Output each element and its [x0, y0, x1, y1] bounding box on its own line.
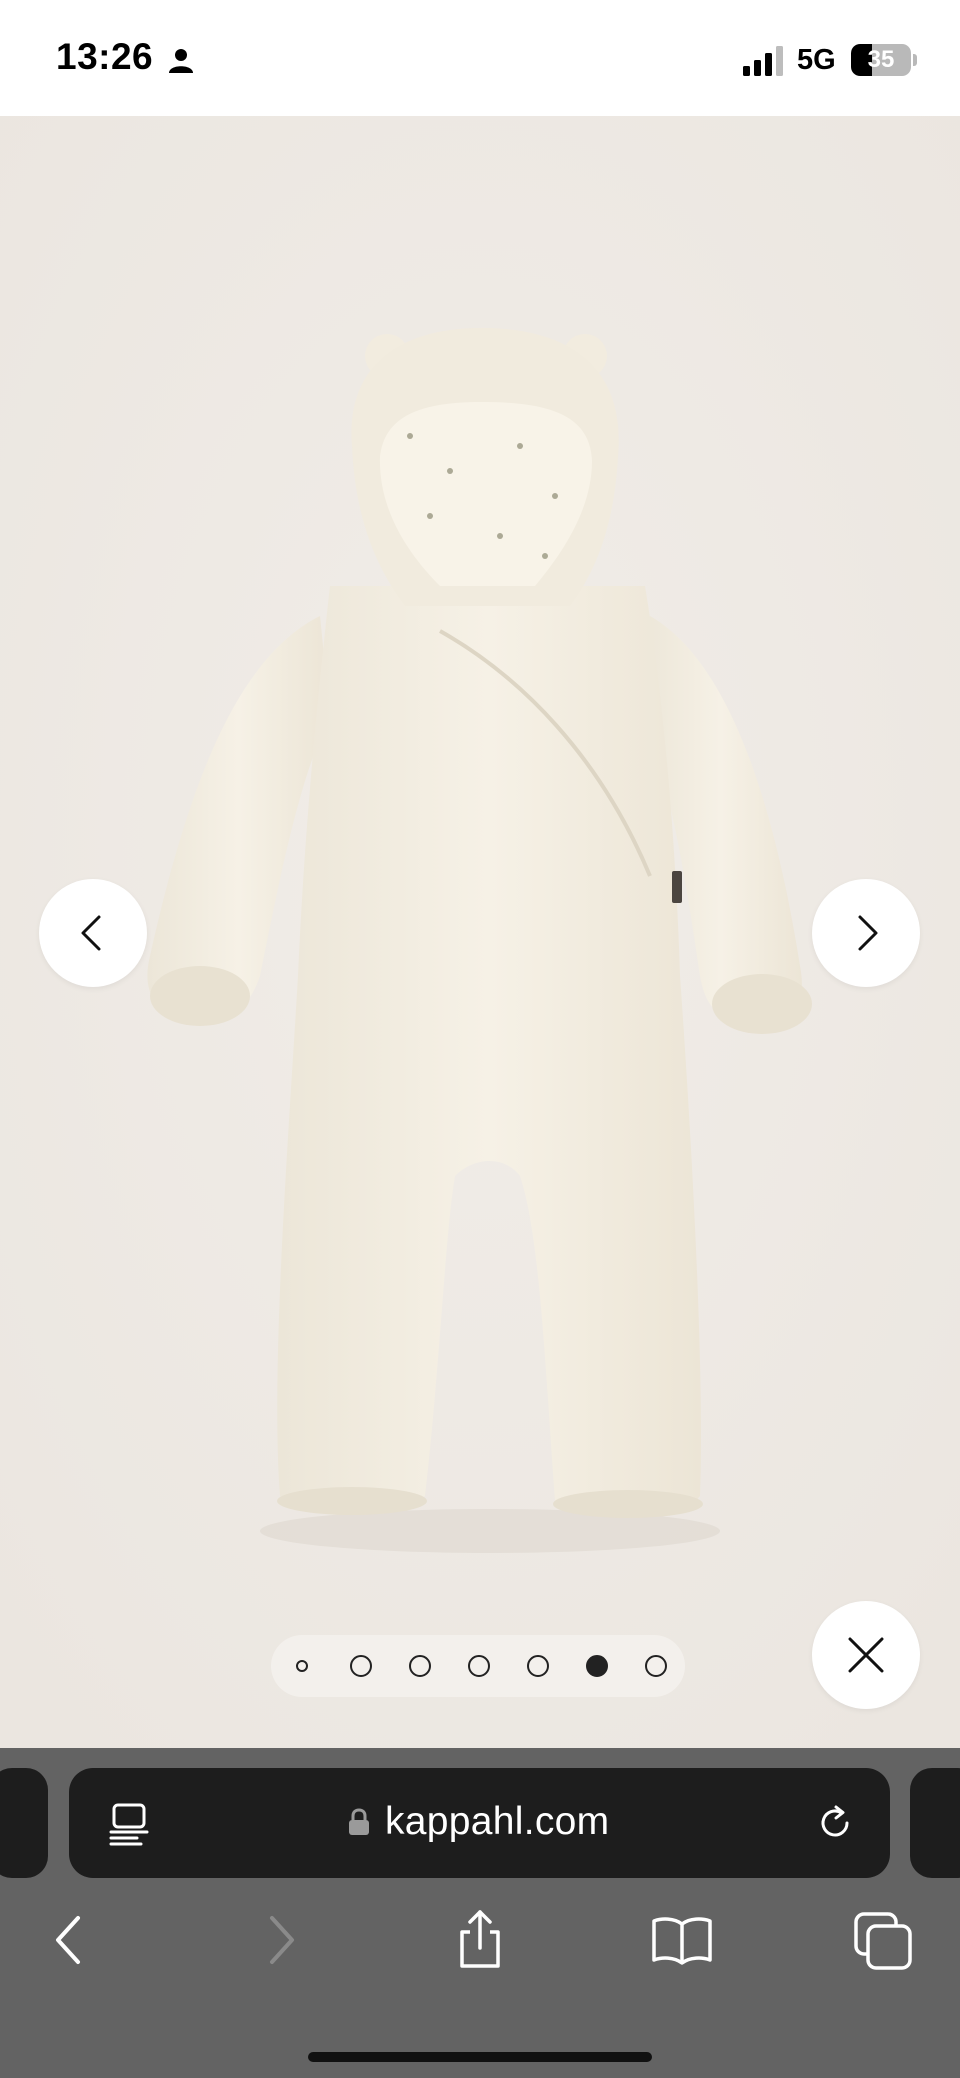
back-icon[interactable] — [40, 1908, 104, 1972]
pagination-dot[interactable] — [527, 1655, 549, 1677]
pagination-dot[interactable] — [645, 1655, 667, 1677]
battery-percent: 35 — [867, 46, 895, 73]
battery-cap — [913, 54, 917, 66]
url-text: kappahl.com — [385, 1800, 610, 1843]
close-gallery-button[interactable] — [812, 1601, 920, 1709]
next-tab-peek[interactable] — [910, 1768, 960, 1878]
chevron-right-icon — [858, 915, 878, 951]
browser-toolbar-area: kappahl.com — [0, 1748, 960, 2078]
previous-tab-peek[interactable] — [0, 1768, 48, 1878]
next-image-button[interactable] — [812, 879, 920, 987]
chevron-left-icon — [81, 915, 101, 951]
previous-image-button[interactable] — [39, 879, 147, 987]
network-label: 5G — [797, 44, 836, 76]
status-time: 13:26 — [56, 36, 154, 77]
close-icon — [848, 1637, 884, 1673]
pagination-dot[interactable] — [296, 1660, 308, 1672]
image-pagination-dots — [271, 1635, 685, 1697]
bookmarks-icon[interactable] — [650, 1908, 714, 1972]
pagination-dot[interactable] — [586, 1655, 608, 1677]
forward-icon[interactable] — [246, 1908, 310, 1972]
signal-icon — [743, 46, 783, 76]
page-menu-icon[interactable] — [107, 1802, 151, 1846]
product-image-gallery[interactable] — [0, 116, 960, 1748]
person-icon — [169, 49, 193, 73]
address-bar[interactable]: kappahl.com — [69, 1768, 890, 1878]
lock-icon — [349, 1808, 369, 1835]
home-indicator — [308, 2052, 652, 2062]
reload-icon[interactable] — [814, 1802, 856, 1844]
status-bar: 13:26 5G 35 — [0, 0, 960, 116]
pagination-dot[interactable] — [350, 1655, 372, 1677]
tabs-icon[interactable] — [852, 1908, 916, 1972]
share-icon[interactable] — [448, 1908, 512, 1972]
battery-icon: 35 — [851, 44, 911, 76]
pagination-dot[interactable] — [468, 1655, 490, 1677]
pagination-dot[interactable] — [409, 1655, 431, 1677]
